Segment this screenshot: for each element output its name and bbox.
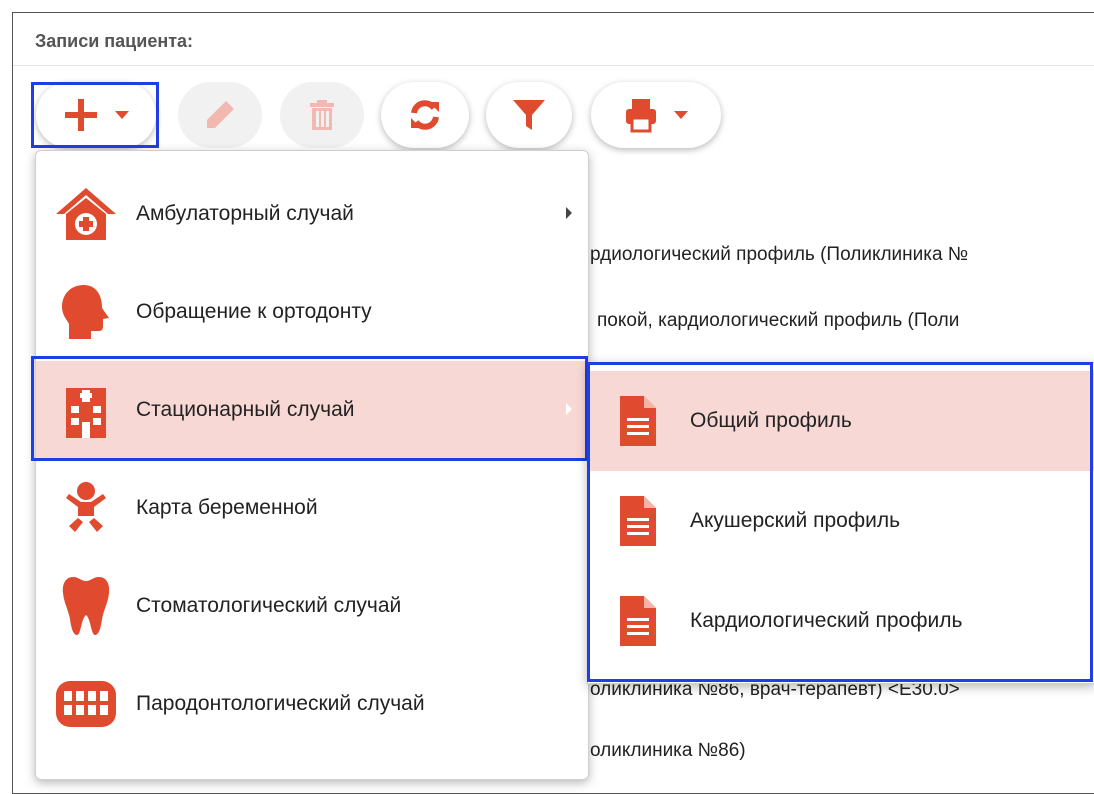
filter-icon (513, 100, 545, 130)
delete-button[interactable] (280, 82, 364, 148)
head-profile-icon (62, 285, 109, 339)
menu-item-label: Карта беременной (136, 496, 318, 519)
menu-item-label: Амбулаторный случай (136, 202, 354, 225)
menu-item-orthodontist[interactable]: Обращение к ортодонту (36, 263, 588, 361)
add-button-highlight (31, 82, 159, 148)
record-row-2[interactable]: покой, кардиологический профиль (Поли (597, 310, 959, 332)
refresh-button[interactable] (381, 82, 469, 148)
pencil-icon (207, 101, 234, 128)
edit-button[interactable] (178, 82, 262, 148)
refresh-icon (411, 100, 439, 130)
home-plus-icon (56, 188, 116, 240)
record-row-1[interactable]: рдиологический профиль (Поликлиника № (590, 244, 968, 266)
chevron-down-icon (674, 111, 688, 119)
trash-icon (310, 100, 334, 130)
menu-item-label: Пародонтологический случай (136, 692, 425, 715)
record-row-4[interactable]: оликлиника №86) (590, 740, 746, 762)
add-dropdown-menu: Амбулаторный случай Обращение к ортодонт… (35, 150, 589, 780)
panel-title: Записи пациента: (35, 31, 194, 51)
menu-item-dental[interactable]: Стоматологический случай (36, 557, 588, 655)
teeth-icon (56, 681, 116, 727)
menu-item-periodontal[interactable]: Пародонтологический случай (36, 655, 588, 753)
submenu-highlight (587, 362, 1093, 682)
print-button[interactable] (591, 82, 721, 148)
printer-icon (626, 99, 656, 133)
filter-button[interactable] (486, 82, 572, 148)
menu-item-label: Стоматологический случай (136, 594, 402, 617)
tooth-icon (62, 577, 110, 635)
title-divider (13, 65, 1094, 66)
submenu-arrow-icon (566, 207, 572, 219)
baby-icon (66, 482, 106, 532)
menu-item-pregnancy-card[interactable]: Карта беременной (36, 459, 588, 557)
inpatient-item-highlight (31, 356, 588, 461)
menu-item-ambulatory[interactable]: Амбулаторный случай (36, 165, 588, 263)
menu-item-label: Обращение к ортодонту (136, 300, 372, 323)
